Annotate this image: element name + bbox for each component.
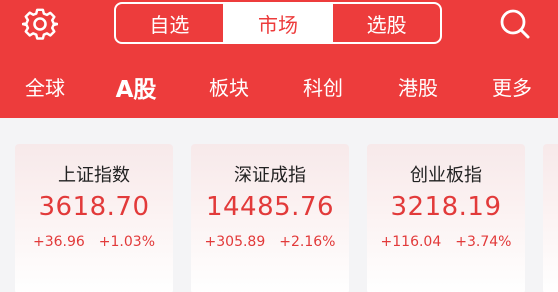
index-change-pct: +3.74% [455, 234, 512, 250]
index-changes: +116.04 +3.74% [367, 234, 525, 250]
index-card-chinext[interactable]: 创业板指 3218.19 +116.04 +3.74% [367, 144, 525, 292]
subnav-item-sectors[interactable]: 板块 [209, 72, 249, 101]
subnav-item-more[interactable]: 更多 [492, 72, 532, 101]
index-name: 深证成指 [234, 165, 306, 186]
index-value: 14485.76 [205, 192, 335, 222]
search-icon [500, 9, 530, 39]
tab-watchlist[interactable]: 自选 [116, 4, 223, 42]
subnav-item-global[interactable]: 全球 [25, 72, 65, 101]
subnav-item-hk-stocks[interactable]: 港股 [398, 72, 438, 101]
index-card-shenzhen[interactable]: 深证成指 14485.76 +305.89 +2.16% [191, 144, 349, 292]
index-value: 3618.70 [38, 192, 150, 222]
tab-stock-picker[interactable]: 选股 [331, 4, 440, 42]
index-change: +305.89 [204, 234, 266, 250]
settings-button[interactable] [22, 6, 58, 42]
index-change-pct: +1.03% [98, 234, 156, 250]
index-card-shanghai[interactable]: 上证指数 3618.70 +36.96 +1.03% [15, 144, 173, 292]
index-change-pct: +2.16% [279, 234, 336, 250]
market-subnav: 全球 A股 板块 科创 港股 更多 [0, 64, 558, 110]
index-name: 上证指数 [58, 165, 130, 186]
tab-market[interactable]: 市场 [222, 4, 332, 42]
market-segment-control: 自选 市场 选股 [114, 2, 442, 44]
index-changes: +36.96 +1.03% [15, 234, 173, 250]
index-change: +116.04 [380, 234, 442, 250]
subnav-item-a-shares[interactable]: A股 [116, 70, 157, 104]
index-changes: +305.89 +2.16% [191, 234, 349, 250]
index-cards: 上证指数 3618.70 +36.96 +1.03% 深证成指 14485.76… [0, 118, 558, 292]
index-change: +36.96 [32, 234, 85, 250]
index-card-partial[interactable] [543, 144, 558, 292]
gear-icon [22, 8, 58, 40]
index-name: 创业板指 [410, 165, 482, 186]
index-value: 3218.19 [390, 192, 502, 222]
subnav-item-star-market[interactable]: 科创 [303, 72, 343, 101]
search-button[interactable] [496, 5, 534, 43]
top-header: 自选 市场 选股 全球 A股 板块 科创 港股 更多 [0, 0, 558, 118]
